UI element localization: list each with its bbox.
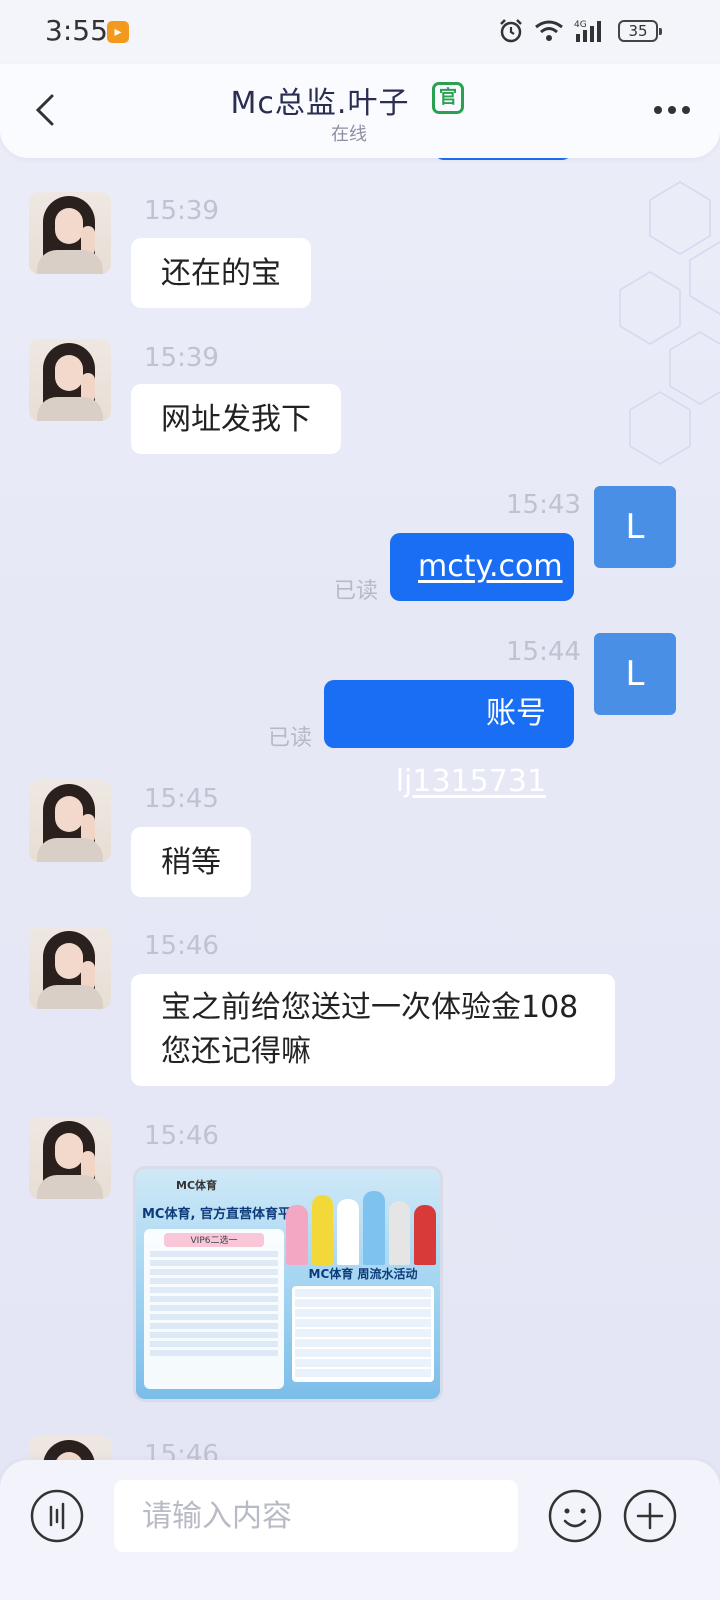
message-list[interactable]: 15:39 还在的宝 15:39 网址发我下 L 15:43 mcty.com … (0, 160, 720, 1460)
app-notification-icon: ▸ (107, 21, 129, 43)
svg-text:4G: 4G (574, 20, 587, 30)
promo-image-message[interactable]: MC体育 MC体育, 官方直营体育平台 VIP6二选一 MC体育 周流水活动 (133, 1166, 443, 1402)
alarm-icon (500, 19, 522, 43)
message-timestamp: 15:39 (144, 196, 219, 226)
message-link[interactable]: 1315731 (412, 764, 546, 799)
message-bubble[interactable]: 网址发我下 (131, 384, 341, 454)
contact-avatar[interactable] (29, 780, 111, 862)
contact-avatar[interactable] (29, 927, 111, 1009)
more-actions-plus-button[interactable] (622, 1488, 678, 1544)
message-timestamp: 15:46 (144, 931, 219, 961)
wifi-icon (535, 20, 563, 41)
message-input[interactable] (114, 1480, 518, 1552)
promo-vip-label: VIP6二选一 (164, 1233, 264, 1247)
promo-brand: MC体育 (176, 1179, 218, 1192)
status-bar: 3:55 ▸ 4G 35 (0, 0, 720, 64)
status-time: 3:55 (45, 14, 108, 47)
read-receipt: 已读 (334, 579, 379, 604)
contact-avatar[interactable] (29, 339, 111, 421)
message-timestamp: 15:39 (144, 343, 219, 373)
read-receipt: 已读 (268, 726, 313, 751)
contact-avatar[interactable] (29, 1436, 111, 1460)
promo-players-illustration (286, 1175, 437, 1265)
online-status: 在线 (331, 124, 367, 145)
contact-avatar[interactable] (29, 192, 111, 274)
message-timestamp: 15:44 (506, 637, 581, 667)
signal-4g-icon: 4G (574, 20, 601, 42)
input-bar (0, 1460, 720, 1600)
contact-avatar[interactable] (29, 1117, 111, 1199)
promo-activity-title: MC体育 周流水活动 (308, 1267, 418, 1281)
message-bubble[interactable]: 稍等 (131, 827, 251, 897)
message-bubble[interactable]: 宝之前给您送过一次体验金108 您还记得嘛 (131, 974, 615, 1086)
message-bubble[interactable]: 还在的宝 (131, 238, 311, 308)
promo-headline: MC体育, 官方直营体育平台 (142, 1207, 304, 1222)
emoji-button[interactable] (547, 1488, 603, 1544)
status-icons: 4G 35 (498, 18, 662, 44)
battery-icon: 35 (618, 20, 662, 42)
message-line: 您还记得嘛 (161, 1034, 311, 1069)
official-badge-icon: 官 (432, 82, 464, 114)
message-timestamp: 15:43 (506, 490, 581, 520)
sent-message-bubble[interactable]: 账号lj1315731 (324, 680, 574, 799)
chat-header: Mc总监.叶子 官 在线 (0, 64, 720, 158)
promo-vip-panel: VIP6二选一 (144, 1229, 284, 1389)
message-timestamp: 15:45 (144, 784, 219, 814)
message-link[interactable]: mcty.com (418, 549, 563, 584)
user-avatar[interactable]: L (594, 633, 676, 715)
sent-message-bubble[interactable]: mcty.com (390, 533, 574, 601)
promo-activity-panel: MC体育 周流水活动 (290, 1265, 436, 1393)
message-timestamp: 15:46 (144, 1440, 219, 1460)
more-options-button[interactable] (652, 100, 692, 120)
message-timestamp: 15:46 (144, 1121, 219, 1151)
voice-input-button[interactable] (29, 1488, 85, 1544)
user-avatar[interactable]: L (594, 486, 676, 568)
contact-name[interactable]: Mc总监.叶子 (0, 78, 640, 122)
message-line: 宝之前给您送过一次体验金108 (161, 990, 579, 1025)
